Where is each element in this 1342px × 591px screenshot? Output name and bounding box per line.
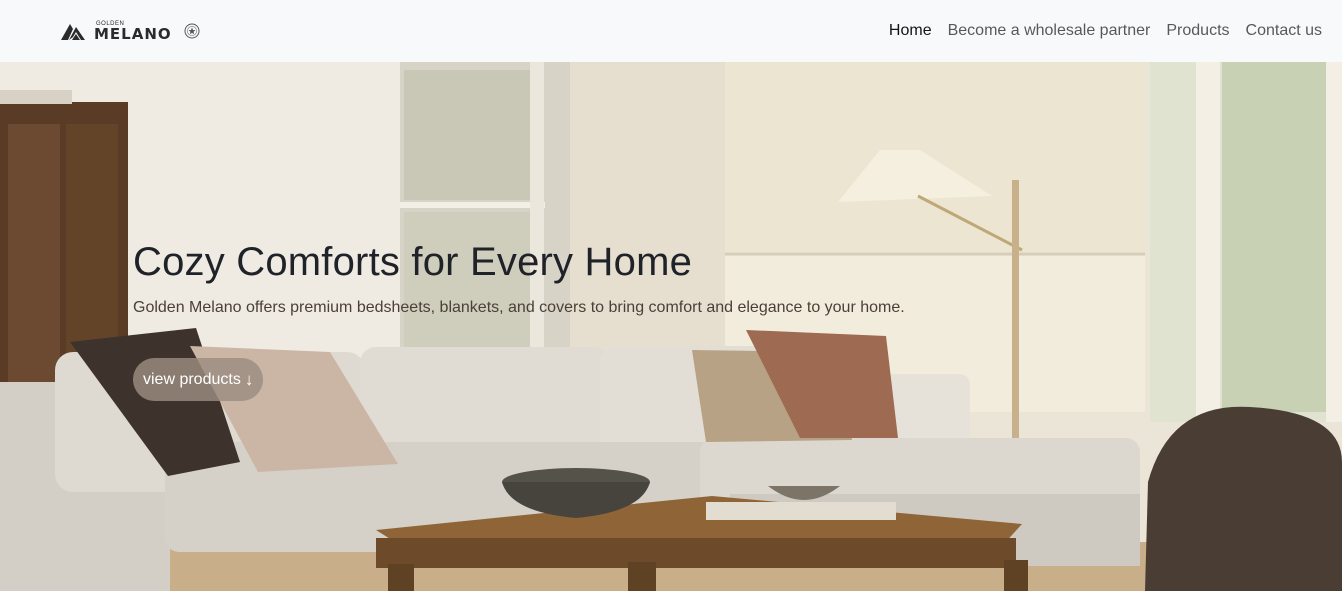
mountain-logo-icon [61,24,85,40]
view-products-button[interactable]: view products ↓ [133,358,264,401]
hero-section: Cozy Comforts for Every Home Golden Mela… [0,62,1342,591]
brand-logo-link[interactable]: GOLDEN MELANO [60,20,200,42]
seal-badge-icon [184,23,200,39]
hero-title: Cozy Comforts for Every Home [133,240,693,284]
brand-text: GOLDEN MELANO [94,21,172,42]
hero-subtitle: Golden Melano offers premium bedsheets, … [133,299,905,316]
nav-home[interactable]: Home [889,22,932,40]
hero-content: Cozy Comforts for Every Home Golden Mela… [133,238,1033,401]
view-products-label: view products [143,370,241,388]
nav-contact-us[interactable]: Contact us [1246,22,1322,40]
nav-links: Home Become a wholesale partner Products… [889,22,1322,40]
hero-background-image [0,62,1342,591]
arrow-down-icon: ↓ [244,369,254,389]
navbar: GOLDEN MELANO Home Become a wholesale pa… [0,0,1342,62]
brand-name: MELANO [94,24,172,43]
nav-wholesale-partner[interactable]: Become a wholesale partner [948,22,1151,40]
nav-products[interactable]: Products [1166,22,1229,40]
